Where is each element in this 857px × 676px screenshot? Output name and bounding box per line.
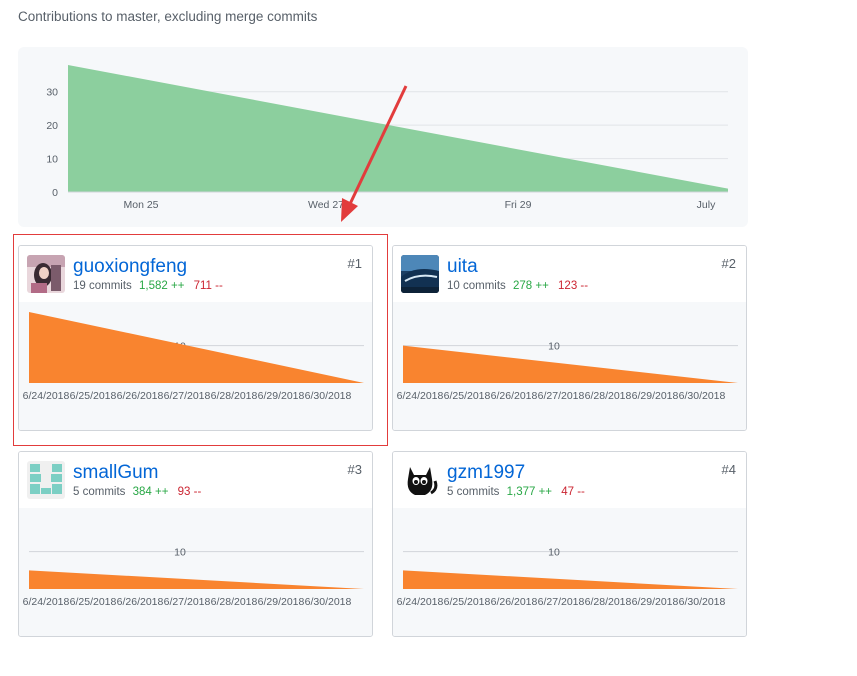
x-tick-label: 6/26/2018 (117, 596, 164, 608)
contributor-stats: 10 commits 278 ++ 123 -- (447, 280, 588, 292)
y-tick-label: 20 (46, 120, 58, 132)
deletions-count: 47 -- (561, 486, 585, 498)
x-tick-label: 6/27/2018 (538, 596, 585, 608)
deletions-count: 93 -- (177, 486, 202, 498)
series-area (68, 65, 728, 192)
contributor-chart-svg: 106/24/20186/25/20186/26/20186/27/20186/… (397, 547, 738, 608)
annotation-highlight-box (13, 234, 388, 446)
additions-count: 1,377 ++ (506, 486, 553, 498)
contributor-card: uita 10 commits 278 ++ 123 -- #2 10 6/24/… (392, 245, 747, 431)
y-tick-label: 10 (174, 547, 186, 559)
contributor-card-header: smallGum 5 commits 384 ++ 93 -- #3 (19, 452, 372, 509)
contributor-stats: 5 commits 384 ++ 93 -- (73, 486, 201, 498)
contributor-chart-svg: 106/24/20186/25/20186/26/20186/27/20186/… (23, 547, 364, 608)
contributor-card: smallGum 5 commits 384 ++ 93 -- #3 10 6/2… (18, 451, 373, 637)
contribution-area (403, 570, 738, 589)
x-tick-label: 6/28/2018 (211, 596, 258, 608)
x-tick-label: 6/25/2018 (70, 596, 117, 608)
x-tick-label: 6/29/2018 (632, 596, 679, 608)
x-tick-label: 6/29/2018 (632, 390, 679, 402)
deletions-count: 123 -- (558, 280, 589, 292)
x-tick-label: 6/28/2018 (585, 596, 632, 608)
identicon-avatar-icon (27, 461, 65, 499)
contributor-chart-svg: 106/24/20186/25/20186/26/20186/27/20186/… (397, 341, 738, 402)
y-tick-label: 10 (46, 154, 58, 166)
avatar[interactable] (27, 461, 65, 499)
x-tick-label: 6/26/2018 (491, 390, 538, 402)
x-tick-label: 6/30/2018 (305, 596, 352, 608)
y-tick-label: 30 (46, 87, 58, 99)
x-tick-label: 6/27/2018 (538, 390, 585, 402)
commit-count[interactable]: 5 commits (73, 486, 125, 498)
x-tick-label: 6/29/2018 (258, 596, 305, 608)
contributor-card: gzm1997 5 commits 1,377 ++ 47 -- #4 10 6/… (392, 451, 747, 637)
avatar[interactable] (401, 255, 439, 293)
x-tick-label: 6/27/2018 (164, 596, 211, 608)
overall-contributions-chart: 0 10 20 30 Mon 25 Wed 27 Fri 29 July (18, 47, 748, 227)
contribution-area (403, 345, 738, 383)
contributor-rank: #2 (721, 256, 736, 271)
x-tick-label: 6/30/2018 (679, 390, 726, 402)
contribution-area (29, 570, 364, 589)
contributor-card-header: gzm1997 5 commits 1,377 ++ 47 -- #4 (393, 452, 746, 509)
commit-count[interactable]: 5 commits (447, 486, 499, 498)
additions-count: 278 ++ (513, 280, 549, 292)
contributor-chart: 106/24/20186/25/20186/26/20186/27/20186/… (393, 508, 746, 636)
contributor-username-link[interactable]: uita (447, 256, 478, 278)
avatar[interactable] (401, 461, 439, 499)
contributor-username-link[interactable]: smallGum (73, 462, 159, 484)
x-tick-label: July (697, 199, 716, 211)
y-tick-label: 10 (548, 547, 560, 559)
contributor-card-header: uita 10 commits 278 ++ 123 -- #2 (393, 246, 746, 303)
contributor-rank: #3 (347, 462, 362, 477)
contributor-chart: 106/24/20186/25/20186/26/20186/27/20186/… (19, 508, 372, 636)
contributor-rank: #4 (721, 462, 736, 477)
additions-count: 384 ++ (132, 486, 169, 498)
y-tick-label: 0 (52, 187, 58, 199)
contributor-chart: 106/24/20186/25/20186/26/20186/27/20186/… (393, 302, 746, 430)
x-tick-label: 6/25/2018 (444, 596, 491, 608)
x-tick-label: 6/26/2018 (491, 596, 538, 608)
x-tick-label: 6/24/2018 (397, 596, 444, 608)
commit-count[interactable]: 10 commits (447, 280, 506, 292)
y-tick-label: 10 (548, 341, 560, 353)
x-tick-label: 6/25/2018 (444, 390, 491, 402)
x-tick-label: 6/28/2018 (585, 390, 632, 402)
x-tick-label: Mon 25 (123, 199, 158, 211)
contributor-stats: 5 commits 1,377 ++ 47 -- (447, 486, 585, 498)
x-tick-label: 6/24/2018 (397, 390, 444, 402)
x-tick-label: Fri 29 (505, 199, 532, 211)
landscape-avatar-icon (401, 255, 439, 293)
x-tick-label: 6/24/2018 (23, 596, 70, 608)
x-tick-label: Wed 27 (308, 199, 344, 211)
cat-avatar-icon (401, 461, 439, 499)
page-caption: Contributions to master, excluding merge… (18, 9, 318, 24)
overall-chart-svg: 0 10 20 30 Mon 25 Wed 27 Fri 29 July (46, 65, 728, 211)
contributor-username-link[interactable]: gzm1997 (447, 462, 525, 484)
x-tick-label: 6/30/2018 (679, 596, 726, 608)
